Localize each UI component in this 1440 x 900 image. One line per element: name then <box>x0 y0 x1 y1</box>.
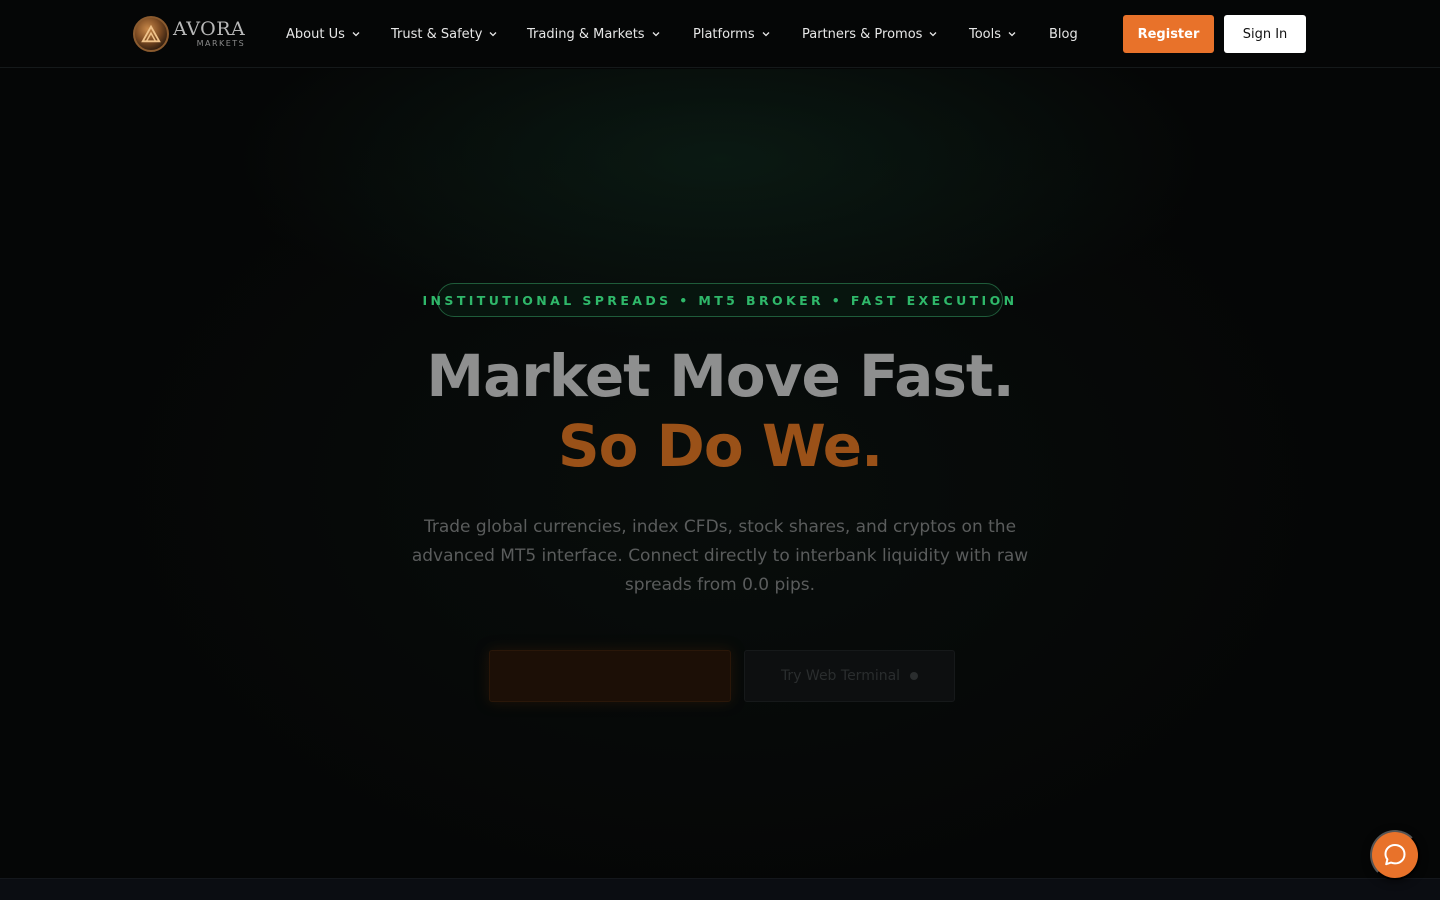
page: AVORA MARKETS About Us Trust & Safety Tr… <box>0 0 1440 900</box>
nav-item-trading-markets[interactable]: Trading & Markets <box>527 24 661 44</box>
chat-bubble-icon <box>1384 844 1406 866</box>
hero-tagline-badge: INSTITUTIONAL SPREADS • MT5 BROKER • FAS… <box>423 283 1014 317</box>
chevron-down-icon <box>1008 32 1016 37</box>
next-section-edge <box>0 878 1440 900</box>
hero-section: INSTITUTIONAL SPREADS • MT5 BROKER • FAS… <box>0 69 1440 878</box>
site-header: AVORA MARKETS About Us Trust & Safety Tr… <box>0 0 1440 68</box>
chevron-down-icon <box>929 32 937 37</box>
web-terminal-label: Try Web Terminal <box>780 668 901 684</box>
chevron-down-icon <box>762 32 770 37</box>
nav-item-label: Platforms <box>693 26 755 42</box>
sign-in-button[interactable]: Sign In <box>1224 15 1306 53</box>
nav-item-about-us[interactable]: About Us <box>286 24 361 44</box>
nav-item-blog[interactable]: Blog <box>1049 24 1078 44</box>
hero-description: Trade global currencies, index CFDs, sto… <box>411 517 1029 595</box>
primary-cta-button[interactable] <box>489 650 731 702</box>
chat-widget-button[interactable] <box>1370 830 1420 880</box>
web-terminal-button[interactable]: Try Web Terminal <box>744 650 955 702</box>
nav-item-label: Partners & Promos <box>802 26 923 42</box>
nav-item-trust-safety[interactable]: Trust & Safety <box>391 24 498 44</box>
nav-item-label: About Us <box>286 26 345 42</box>
nav-item-label: Trading & Markets <box>527 26 645 42</box>
chevron-down-icon <box>490 32 497 37</box>
headline-line-2: So Do We. <box>557 412 883 480</box>
headline-line-1: Market Move Fast. <box>426 342 1014 410</box>
chevron-down-icon <box>652 32 660 37</box>
nav-item-label: Trust & Safety <box>391 26 483 42</box>
nav-item-tools[interactable]: Tools <box>969 24 1017 44</box>
register-button[interactable]: Register <box>1123 15 1214 53</box>
nav-item-label: Blog <box>1049 26 1078 42</box>
nav-item-label: Tools <box>969 26 1002 42</box>
hero-headline: Market Move Fast. So Do We. <box>0 341 1440 481</box>
nav-item-platforms[interactable]: Platforms <box>693 24 771 44</box>
chevron-down-icon <box>352 32 360 37</box>
nav-item-partners-promos[interactable]: Partners & Promos <box>802 24 938 44</box>
arrow-icon <box>910 672 919 680</box>
